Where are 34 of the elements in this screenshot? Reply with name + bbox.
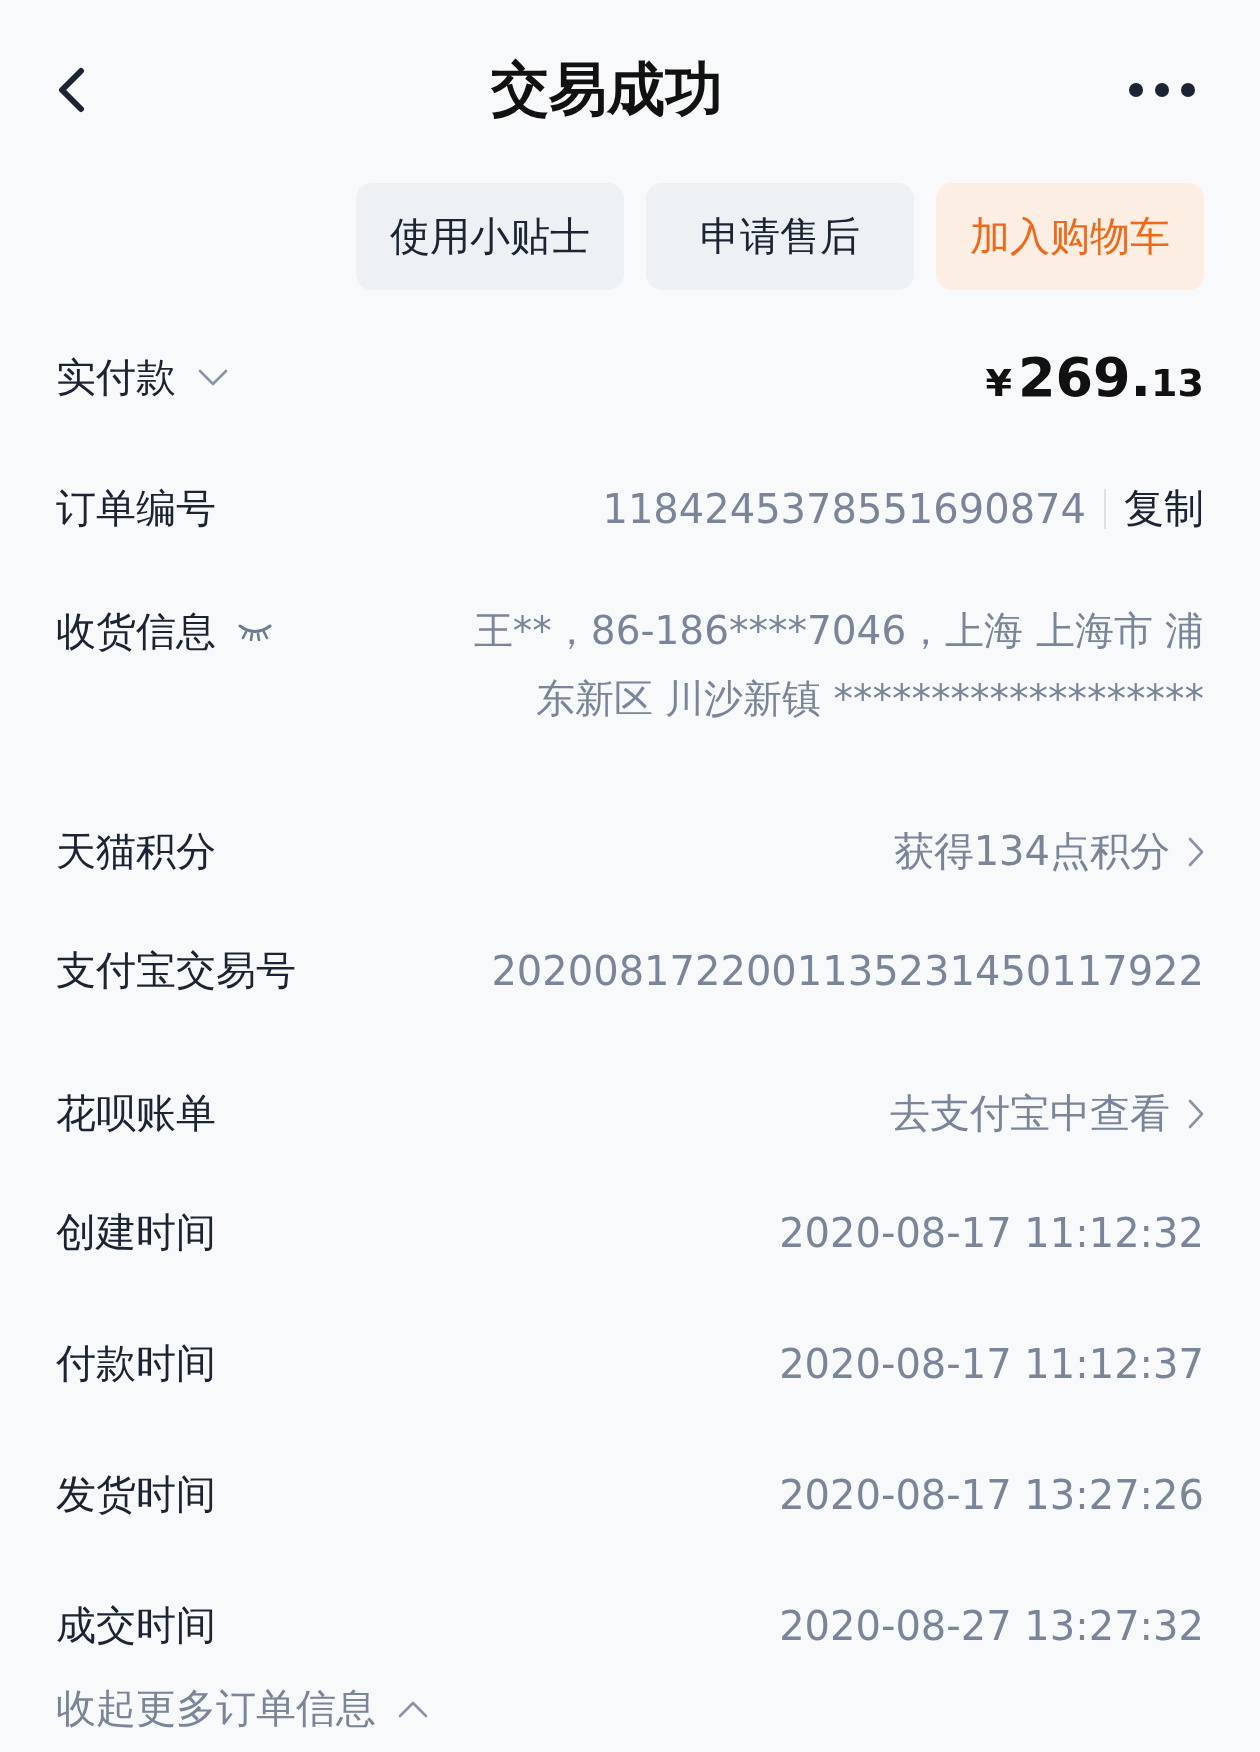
row-label: 花呗账单 <box>56 1089 216 1138</box>
row-value-link[interactable]: 获得134点积分 <box>893 824 1170 879</box>
row-value: 2020-08-17 11:12:37 <box>779 1340 1204 1387</box>
row-label: 发货时间 <box>56 1470 216 1519</box>
address-line: 王**，86-186****7046，上海 上海市 浦 <box>473 607 1204 655</box>
chevron-up-icon[interactable] <box>398 1699 428 1718</box>
row-value: 2020-08-17 11:12:32 <box>779 1209 1204 1256</box>
row-label: 成交时间 <box>56 1601 216 1650</box>
row-label: 付款时间 <box>56 1339 216 1388</box>
chevron-right-icon[interactable] <box>1188 836 1204 867</box>
row-value-link[interactable]: 去支付宝中查看 <box>890 1086 1170 1141</box>
price-amount: ¥269.13 <box>985 346 1204 409</box>
back-icon[interactable] <box>56 67 86 113</box>
copy-link[interactable]: 复制 <box>1124 481 1204 536</box>
row-label: 订单编号 <box>56 484 216 533</box>
row-value: 2020-08-27 13:27:32 <box>779 1602 1204 1649</box>
collapse-link[interactable]: 收起更多订单信息 <box>56 1681 376 1736</box>
row-label: 支付宝交易号 <box>56 946 296 995</box>
action-button[interactable]: 加入购物车 <box>936 183 1204 290</box>
address-line: 东新区 川沙新镇 ******************* <box>535 675 1204 723</box>
more-icon[interactable] <box>1128 82 1196 98</box>
order-number: 1184245378551690874 <box>602 485 1086 532</box>
row-label: 创建时间 <box>56 1208 216 1257</box>
row-value: 2020-08-17 13:27:26 <box>779 1471 1204 1518</box>
chevron-down-icon[interactable] <box>198 368 228 387</box>
row-label: 收货信息 <box>56 607 216 656</box>
chevron-right-icon[interactable] <box>1188 1098 1204 1129</box>
row-label: 天猫积分 <box>56 827 216 876</box>
row-label: 实付款 <box>56 353 176 402</box>
row-value: 2020081722001135231450117922 <box>491 947 1204 994</box>
closed-eye-icon[interactable] <box>238 622 272 641</box>
action-button[interactable]: 申请售后 <box>646 183 914 290</box>
page-title: 交易成功 <box>491 54 723 125</box>
action-button[interactable]: 使用小贴士 <box>356 183 624 290</box>
